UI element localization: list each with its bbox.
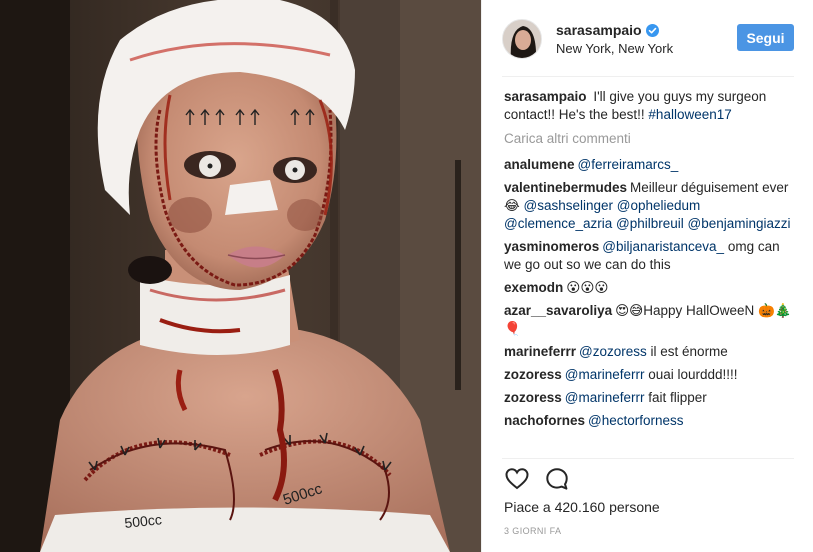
heart-icon[interactable] [504,466,530,492]
caption-author[interactable]: sarasampaio [504,89,587,104]
load-more-comments-link[interactable]: Carica altri commenti [504,130,794,148]
comment-text: il est énorme [646,344,728,359]
user-info: sarasampaio New York, New York [556,21,673,58]
comment-text: fait flipper [644,390,707,405]
halloween-makeup-photo: 500cc 500cc [0,0,481,552]
comment-mention[interactable]: @ferreiramarcs_ [578,157,679,172]
comment-mention[interactable]: @clemence_azria [504,216,612,231]
comments-list[interactable]: sarasampaio I'll give you guys my surgeo… [504,88,794,458]
comment-mention[interactable]: @marineferrr [565,367,645,382]
avatar-image [503,20,541,58]
caption-hashtag[interactable]: #halloween17 [648,107,731,122]
comment-mention[interactable]: @zozoress [579,344,647,359]
comment-mention[interactable]: @sashselinger [524,198,614,213]
comment-item: zozoress @marineferrr fait flipper [504,389,794,407]
comment-item: zozoress @marineferrr ouai lourddd!!!! [504,366,794,384]
comment-text: 😮😮😮 [566,280,609,295]
comment-bubble-icon[interactable] [544,466,570,492]
username[interactable]: sarasampaio [556,21,642,39]
comment-author[interactable]: valentinebermudes [504,180,627,195]
comment-author[interactable]: exemodn [504,280,563,295]
comment-item: azar__savaroliya 😍😅Happy HallOweeN 🎃🎄🎈 [504,302,794,338]
comment-mention[interactable]: @marineferrr [565,390,645,405]
comment-item: nachofornes @hectorforness [504,412,794,430]
comments-divider [502,458,794,459]
username-row: sarasampaio [556,21,673,39]
comment-author[interactable]: zozoress [504,367,562,382]
comment-author[interactable]: azar__savaroliya [504,303,612,318]
comment-author[interactable]: yasminomeros [504,239,599,254]
follow-button[interactable]: Segui [737,24,794,51]
comment-author[interactable]: analumene [504,157,575,172]
comment-mention[interactable]: @benjamingiazzi [688,216,791,231]
comment-author[interactable]: zozoress [504,390,562,405]
verified-badge-icon [645,23,659,37]
likes-count[interactable]: Piace a 420.160 persone [504,499,660,515]
comment-item: valentinebermudes Meilleur déguisement ev… [504,179,794,233]
comment-mention[interactable]: @hectorforness [588,413,684,428]
header-divider [502,76,794,77]
comment-item: yasminomeros @biljanaristanceva_ omg can … [504,238,794,274]
comment-item: exemodn 😮😮😮 [504,279,794,297]
caption: sarasampaio I'll give you guys my surgeo… [504,88,794,124]
post-actions [504,466,584,492]
comment-mention[interactable]: @opheliedum [617,198,701,213]
comment-text: ouai lourddd!!!! [644,367,738,382]
comment-mention[interactable]: @philbreuil [616,216,684,231]
location[interactable]: New York, New York [556,40,673,58]
post-header: sarasampaio New York, New York Segui [502,16,794,62]
post-side-panel: sarasampaio New York, New York Segui sar… [481,0,813,552]
post-photo[interactable]: 500cc 500cc [0,0,481,552]
comment-author[interactable]: marineferrr [504,344,576,359]
comment-item: analumene @ferreiramarcs_ [504,156,794,174]
comment-mention[interactable]: @biljanaristanceva_ [602,239,724,254]
comment-item: marineferrr @zozoress il est énorme [504,343,794,361]
comment-author[interactable]: nachofornes [504,413,585,428]
avatar[interactable] [502,19,542,59]
post-timestamp: 3 GIORNI FA [504,526,562,536]
